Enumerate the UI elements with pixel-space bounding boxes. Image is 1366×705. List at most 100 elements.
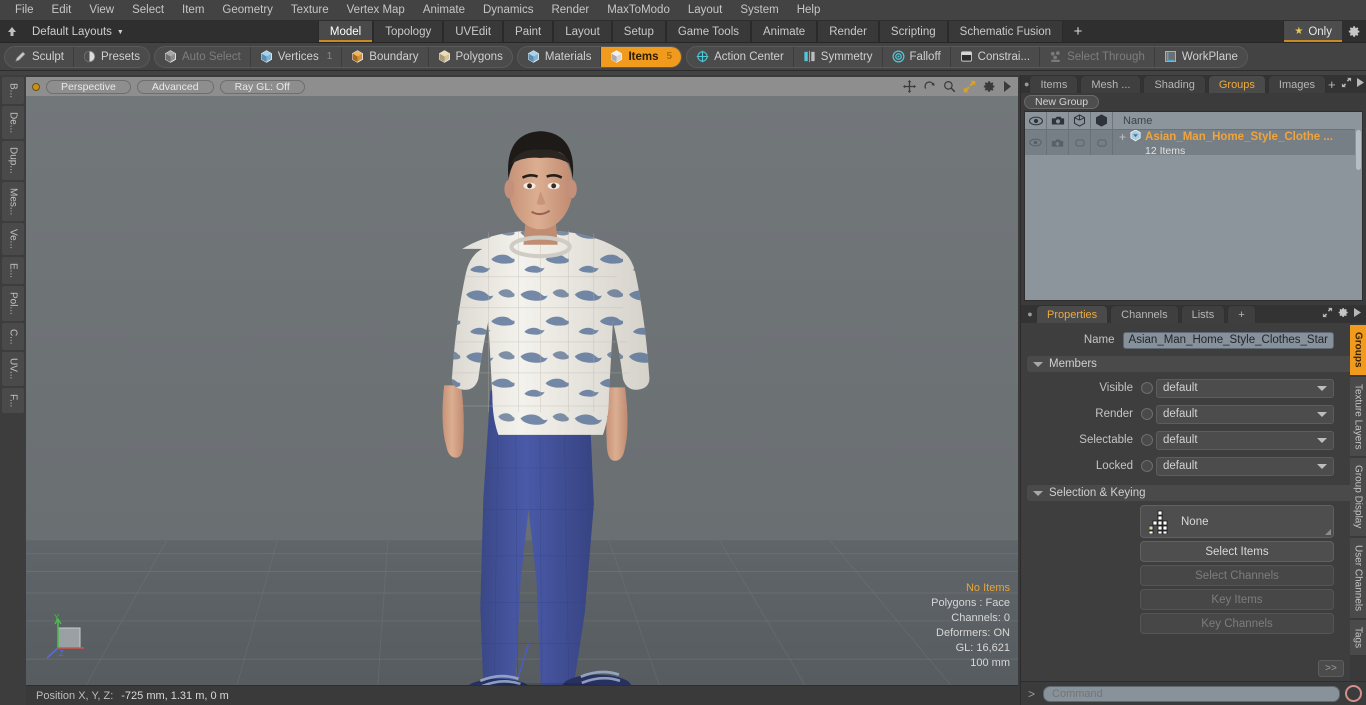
left-rail-tab-0[interactable]: B...	[2, 77, 24, 105]
name-input[interactable]: Asian_Man_Home_Style_Clothes_Star	[1122, 331, 1334, 349]
left-rail-tab-9[interactable]: F...	[2, 387, 24, 414]
add-tab-icon[interactable]: +	[1328, 77, 1336, 92]
layout-tab-animate[interactable]: Animate	[751, 21, 818, 42]
layout-tab-uvedit[interactable]: UVEdit	[443, 21, 504, 42]
properties-tab-channels[interactable]: Channels	[1110, 305, 1179, 323]
toolbar-button-boundary[interactable]: Boundary	[341, 46, 427, 67]
menu-item-edit[interactable]: Edit	[43, 0, 81, 21]
menu-item-layout[interactable]: Layout	[679, 0, 732, 21]
panel-tab-mesh-[interactable]: Mesh ...	[1080, 75, 1142, 93]
viewport-dot-icon[interactable]	[32, 82, 40, 91]
right-rail-tab-texture-layers[interactable]: Texture Layers	[1350, 376, 1366, 457]
toolbar-button-items[interactable]: Items 5	[600, 46, 682, 67]
layout-tab-schematic-fusion[interactable]: Schematic Fusion	[947, 21, 1064, 42]
viewport-shading-button[interactable]: Advanced	[136, 79, 214, 94]
layout-tab-game-tools[interactable]: Game Tools	[665, 21, 751, 42]
layout-tab-model[interactable]: Model	[317, 21, 374, 42]
panel-tab-shading[interactable]: Shading	[1143, 75, 1206, 93]
member-dropdown[interactable]: default	[1156, 404, 1334, 424]
gear-icon[interactable]	[1338, 307, 1349, 321]
default-layouts-selector[interactable]: Default Layouts ▼	[24, 21, 132, 42]
member-dropdown[interactable]: default	[1156, 430, 1334, 450]
more-options-button[interactable]: >>	[1318, 660, 1344, 677]
toolbar-button-action-center[interactable]: Action Center	[687, 47, 793, 67]
row-shade-toggle[interactable]	[1091, 130, 1113, 155]
toolbar-button-symmetry[interactable]: Symmetry	[792, 46, 882, 67]
properties-tab-lists[interactable]: Lists	[1180, 305, 1226, 323]
properties-tab-properties[interactable]: Properties	[1036, 305, 1109, 323]
toolbar-button-presets[interactable]: Presets	[72, 46, 149, 67]
shade-icon[interactable]	[1091, 112, 1113, 129]
member-state-circle-icon[interactable]	[1141, 434, 1153, 446]
right-rail-tab-group-display[interactable]: Group Display	[1350, 458, 1366, 536]
left-rail-tab-6[interactable]: Pol...	[2, 286, 24, 321]
panel-tab-images[interactable]: Images	[1267, 75, 1326, 93]
toolbar-button-constrai-[interactable]: Constrai...	[949, 46, 1039, 67]
scrollbar-thumb[interactable]	[1356, 130, 1361, 170]
menu-item-view[interactable]: View	[80, 0, 123, 21]
button-select-items[interactable]: Select Items	[1140, 541, 1334, 562]
render-icon[interactable]	[1047, 112, 1069, 129]
menu-item-help[interactable]: Help	[788, 0, 830, 21]
left-rail-tab-8[interactable]: UV...	[2, 352, 24, 386]
left-rail-tab-5[interactable]: E...	[2, 257, 24, 285]
menu-item-select[interactable]: Select	[123, 0, 173, 21]
toolbar-button-sculpt[interactable]: Sculpt	[5, 47, 73, 67]
menu-item-texture[interactable]: Texture	[282, 0, 338, 21]
selection-keying-section-header[interactable]: Selection & Keying	[1027, 485, 1362, 501]
menu-item-vertex-map[interactable]: Vertex Map	[338, 0, 414, 21]
menu-item-render[interactable]: Render	[542, 0, 598, 21]
right-rail-tab-groups[interactable]: Groups	[1350, 325, 1366, 375]
left-rail-tab-4[interactable]: Ve...	[2, 223, 24, 256]
menu-item-system[interactable]: System	[731, 0, 787, 21]
record-icon[interactable]	[1345, 685, 1362, 702]
left-rail-tab-2[interactable]: Dup...	[2, 141, 24, 180]
toolbar-button-workplane[interactable]: WorkPlane	[1153, 46, 1247, 67]
layout-tab-setup[interactable]: Setup	[611, 21, 666, 42]
only-toggle-button[interactable]: ★ Only	[1283, 21, 1342, 42]
gear-icon[interactable]	[983, 80, 996, 93]
menu-item-dynamics[interactable]: Dynamics	[474, 0, 542, 21]
expand-group-icon[interactable]: +	[1119, 130, 1126, 144]
layout-tab-layout[interactable]: Layout	[553, 21, 612, 42]
right-rail-tab-user-channels[interactable]: User Channels	[1350, 537, 1366, 618]
layout-tab-render[interactable]: Render	[817, 21, 879, 42]
rotate-icon[interactable]	[923, 80, 936, 93]
toolbar-button-falloff[interactable]: Falloff	[881, 46, 950, 67]
member-dropdown[interactable]: default	[1156, 378, 1334, 398]
viewport-raygl-button[interactable]: Ray GL: Off	[219, 79, 305, 94]
fit-icon[interactable]	[963, 80, 976, 93]
member-state-circle-icon[interactable]	[1141, 408, 1153, 420]
group-list-scrollbar[interactable]	[1355, 129, 1362, 300]
toolbar-button-polygons[interactable]: Polygons	[427, 46, 512, 67]
table-row[interactable]: + Asian_Man_Home_Style_Clothe ... 12 Ite…	[1025, 129, 1362, 155]
members-section-header[interactable]: Members	[1027, 356, 1362, 372]
viewport-projection-button[interactable]: Perspective	[46, 79, 131, 94]
toolbar-button-materials[interactable]: Materials	[518, 47, 601, 67]
gear-icon[interactable]	[1342, 21, 1366, 42]
command-input[interactable]	[1043, 685, 1340, 702]
row-render-toggle[interactable]	[1047, 130, 1069, 155]
play-icon[interactable]	[1003, 81, 1012, 92]
panel-tab-items[interactable]: Items	[1029, 75, 1079, 93]
viewport-3d-canvas[interactable]: Y Z No Items Polygons : Face Channels: 0…	[26, 96, 1018, 685]
zoom-icon[interactable]	[943, 80, 956, 93]
layout-tab-paint[interactable]: Paint	[503, 21, 554, 42]
panel-tab-groups[interactable]: Groups	[1207, 75, 1266, 93]
add-layout-tab-button[interactable]: +	[1063, 21, 1093, 42]
member-state-circle-icon[interactable]	[1141, 460, 1153, 472]
menu-item-animate[interactable]: Animate	[414, 0, 474, 21]
properties-menu-dot-icon[interactable]: ●	[1024, 305, 1036, 323]
menu-item-geometry[interactable]: Geometry	[213, 0, 282, 21]
left-rail-tab-3[interactable]: Mes...	[2, 181, 24, 222]
member-state-circle-icon[interactable]	[1141, 382, 1153, 394]
left-rail-tab-1[interactable]: De...	[2, 106, 24, 140]
row-eye-toggle[interactable]	[1025, 130, 1047, 155]
group-list[interactable]: Name + Asian_Man_Home_Style_Clothe ... 1…	[1024, 111, 1363, 301]
right-rail-tab-tags[interactable]: Tags	[1350, 619, 1366, 655]
menu-item-item[interactable]: Item	[173, 0, 213, 21]
group-list-empty-area[interactable]	[1025, 155, 1362, 300]
play-icon[interactable]	[1356, 78, 1364, 90]
eye-icon[interactable]	[1025, 112, 1047, 129]
home-icon[interactable]	[0, 21, 24, 42]
